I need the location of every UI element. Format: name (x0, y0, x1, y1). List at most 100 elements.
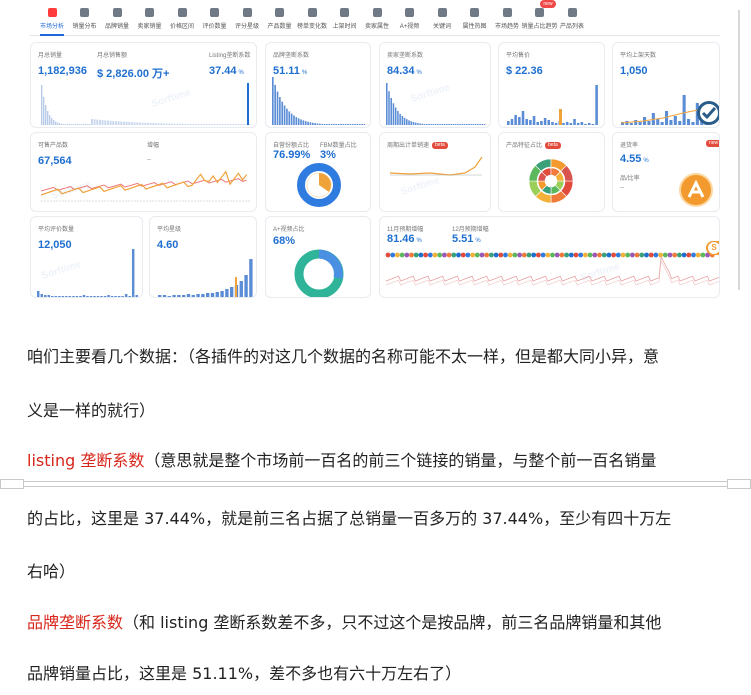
price-bar (591, 124, 595, 125)
rating-bar (230, 287, 234, 297)
tab-sales-distribution[interactable]: 销量分布 (69, 2, 101, 34)
sales-overview-card[interactable]: 月总销量 月总销售额 Listing垄断系数 1,182,936 $ 2,826… (30, 42, 257, 128)
avg-price-card[interactable]: 平均售价 $ 22.36 (498, 42, 605, 128)
brand-bar (286, 108, 288, 125)
avg-reviews-card[interactable]: 平均评价数量 12,050 Sorftime (30, 216, 143, 298)
timeline-dot (564, 252, 569, 258)
a-plus-video-icon (405, 8, 414, 17)
tab-rating-stars[interactable]: 评分星级 (231, 2, 263, 34)
sales-bar (81, 124, 83, 125)
timeline-dot (442, 252, 447, 258)
avg-days-card[interactable]: 平均上架天数 1,050 (612, 42, 720, 128)
tab-seller-sales[interactable]: 卖家销量 (134, 2, 166, 34)
cycle-fluct-label: 周期出计单销速 (387, 143, 430, 149)
tab-market-analysis[interactable]: 市场分析 (36, 2, 68, 36)
price-bar (587, 123, 591, 125)
days-bar (656, 119, 660, 125)
tab-review-count[interactable]: 评价数量 (199, 2, 231, 34)
return-note-value: -- (620, 185, 624, 191)
sales-bar (57, 122, 59, 125)
brand-bar (340, 124, 342, 125)
tab-price-range[interactable]: 价格区间 (166, 2, 198, 34)
seller-bar (466, 124, 468, 125)
seller-bar (441, 124, 444, 125)
seller-bar (452, 124, 455, 125)
tab-keyword[interactable]: 关键词 (426, 2, 458, 34)
brand-bar (272, 77, 274, 125)
timeline-dot (592, 252, 598, 258)
sales-bar (197, 124, 200, 125)
brand-bar (342, 124, 345, 125)
reviews-bar (121, 296, 124, 297)
reviews-bar (51, 296, 54, 297)
tab-seller-attribute[interactable]: 卖家属性 (361, 2, 393, 34)
brand-bar (283, 105, 286, 125)
timeline-dot (456, 252, 461, 258)
listable-products-card[interactable]: 可售产品数 增幅 67,564 -- Sorftime (30, 132, 257, 212)
price-bar (521, 111, 525, 125)
tab-a-plus-video[interactable]: A+视频 (394, 2, 426, 34)
dashboard-scrollbar[interactable] (738, 10, 740, 290)
timeline-dot (460, 252, 466, 258)
reviews-bar (65, 296, 68, 297)
tab-attribute-heatmap[interactable]: 属性热图 (459, 2, 491, 34)
sales-bar (87, 124, 89, 125)
tab-product-list[interactable]: 产品列表 (556, 2, 588, 34)
timeline-dot (512, 252, 518, 258)
rating-bar-orange (235, 277, 237, 297)
days-bar (678, 121, 682, 125)
brand-monopoly-card[interactable]: 品牌垄断系数 51.11% (265, 42, 371, 128)
brand-sales-icon (112, 8, 122, 17)
listing-monopoly-line3: 右哈） (27, 562, 76, 581)
reviews-bar (58, 296, 61, 297)
seller-ratio-card[interactable]: 自营份额占比 FBM数量占比 76.99% 3% (265, 132, 371, 212)
rating-bar (196, 294, 200, 297)
brand-bar (344, 124, 347, 125)
tab-listing-date[interactable]: 上架时间 (329, 2, 361, 34)
timeline-dot (451, 252, 457, 258)
brand-bar (274, 84, 276, 125)
service-button[interactable]: S 客服 (706, 241, 719, 255)
review-count-icon (210, 8, 219, 17)
brand-bar (304, 121, 307, 125)
timeline-dot (395, 252, 400, 258)
timeline-dot (545, 252, 551, 258)
sales-bar (47, 111, 49, 125)
seller-monopoly-card[interactable]: 卖家垄断系数 84.34% Sorftime (379, 42, 491, 128)
avg-rating-card[interactable]: 平均星级 4.60 (149, 216, 257, 298)
tab-product-count[interactable]: 产品数量 (264, 2, 296, 34)
seller-bar (457, 124, 459, 125)
monthly-revenue-label: 月总销售额 (97, 53, 128, 59)
timeline-dot (658, 252, 663, 258)
seasonal-fluct-card[interactable]: 11月预期增幅 12月预期增幅 81.46% 5.51% S 客服 Sorfti… (379, 216, 720, 298)
return-rate-unit: % (643, 158, 649, 164)
cycle-fluct-card[interactable]: 周期出计单销速 beta Sorftime (379, 132, 491, 212)
divider-handle-right[interactable] (727, 479, 751, 489)
timeline-dot (639, 252, 645, 258)
brand-bar (297, 118, 300, 125)
sales-bar (77, 124, 79, 125)
sales-bar (85, 124, 87, 125)
sales-bar (91, 119, 93, 125)
days-bar (687, 119, 691, 125)
rating-bar (239, 281, 243, 297)
product-feature-card[interactable]: 产品特征占比 beta (498, 132, 605, 212)
tab-market-trend[interactable]: 市场趋势 (491, 2, 523, 34)
sales-bar (133, 122, 136, 125)
a-plus-card[interactable]: A+视频占比 68% (265, 216, 371, 298)
timeline-dot (427, 252, 433, 258)
timeline-dot (606, 252, 612, 258)
timeline-dot (465, 252, 471, 258)
seller-sales-icon (145, 8, 154, 17)
product-count-icon (275, 8, 284, 17)
seller-bar (410, 121, 412, 125)
tab-list-change[interactable]: 榜单变化数 (296, 2, 328, 34)
divider-handle-left[interactable] (0, 479, 24, 489)
timeline-dot (597, 252, 602, 258)
return-rate-card[interactable]: 退货率 new 4.55% 品/比率 -- (612, 132, 720, 212)
tab-brand-sales[interactable]: 品牌销量 (101, 2, 133, 34)
seller-bar (450, 124, 452, 125)
days-bar (669, 120, 673, 125)
timeline-dot (517, 252, 522, 258)
feature-sunburst-chart (528, 158, 574, 204)
